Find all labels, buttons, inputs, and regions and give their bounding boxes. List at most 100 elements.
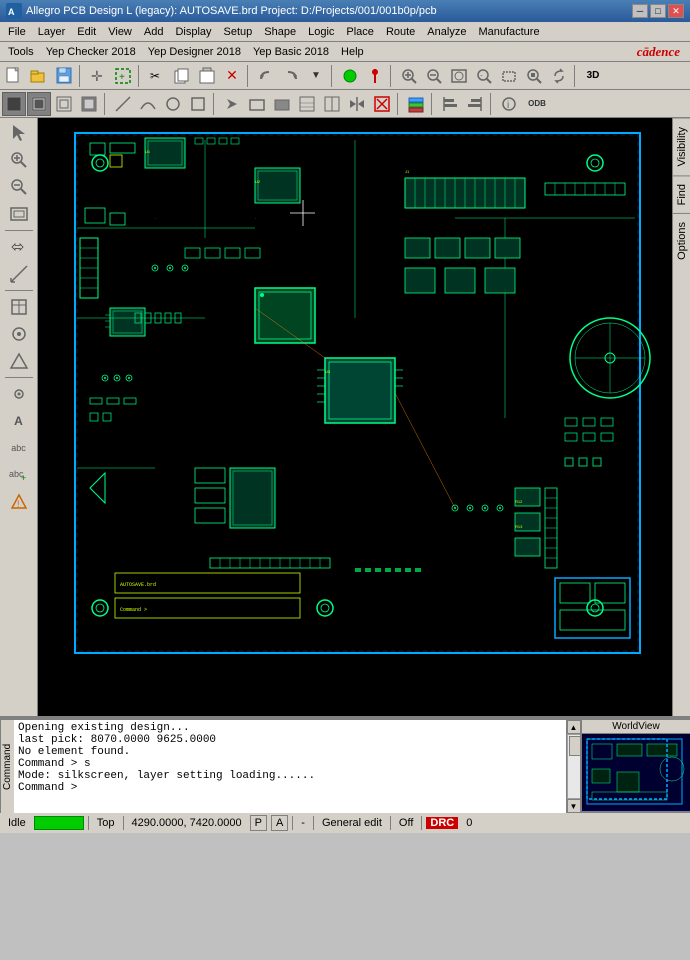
scroll-thumb[interactable]: [569, 736, 581, 756]
t2-pattern-btn[interactable]: [295, 92, 319, 116]
menu-help[interactable]: Help: [335, 44, 370, 60]
menu-file[interactable]: File: [2, 24, 32, 40]
undo-button[interactable]: [254, 64, 278, 88]
lp-triangle-tool[interactable]: [4, 348, 34, 374]
lp-drc-tool[interactable]: !: [4, 489, 34, 515]
t2-align-left-btn[interactable]: [438, 92, 462, 116]
sep-5: [390, 816, 391, 830]
menu-tools[interactable]: Tools: [2, 44, 40, 60]
menu-logic[interactable]: Logic: [302, 24, 340, 40]
menu-analyze[interactable]: Analyze: [421, 24, 472, 40]
console-output[interactable]: Opening existing design... last pick: 80…: [14, 720, 566, 813]
new-button[interactable]: [2, 64, 26, 88]
t2-toggle2[interactable]: [27, 92, 51, 116]
menu-yep-basic[interactable]: Yep Basic 2018: [247, 44, 335, 60]
down-arrow-button[interactable]: ▼: [304, 64, 328, 88]
drc-status[interactable]: DRC: [426, 817, 458, 829]
menu-manufacture[interactable]: Manufacture: [472, 24, 545, 40]
visibility-tab[interactable]: Visibility: [673, 118, 690, 175]
scroll-up-arrow[interactable]: ▲: [567, 720, 581, 734]
off-label[interactable]: Off: [395, 816, 417, 830]
pcb-canvas-area[interactable]: U1 U2 U3 J1: [38, 118, 672, 716]
lp-gear-tool[interactable]: [4, 381, 34, 407]
t2-toggle3[interactable]: [52, 92, 76, 116]
scroll-down-arrow[interactable]: ▼: [567, 799, 581, 813]
3d-button[interactable]: 3D: [581, 64, 605, 88]
highlight-button[interactable]: [338, 64, 362, 88]
zoom-out-button[interactable]: [422, 64, 446, 88]
find-tab[interactable]: Find: [673, 175, 690, 213]
menu-view[interactable]: View: [102, 24, 138, 40]
redo-button[interactable]: [279, 64, 303, 88]
t2-layer-btn[interactable]: [404, 92, 428, 116]
menu-place[interactable]: Place: [340, 24, 380, 40]
t2-separator-1: [104, 93, 108, 115]
minimap-label: WorldView: [582, 720, 690, 734]
menu-yep-designer[interactable]: Yep Designer 2018: [142, 44, 247, 60]
zoom-world-button[interactable]: [447, 64, 471, 88]
lp-arrow-select[interactable]: [4, 120, 34, 146]
console-line-5: Mode: silkscreen, layer setting loading.…: [18, 770, 562, 782]
t2-delete-shape-btn[interactable]: [370, 92, 394, 116]
menu-edit[interactable]: Edit: [71, 24, 102, 40]
zoom-in-button[interactable]: [397, 64, 421, 88]
options-tab[interactable]: Options: [673, 213, 690, 268]
lp-zoom-fit[interactable]: [4, 201, 34, 227]
snap-mode[interactable]: A: [271, 815, 288, 831]
lp-zoom-in[interactable]: [4, 147, 34, 173]
t2-line-btn[interactable]: [111, 92, 135, 116]
console-line-6: Command >: [18, 782, 562, 794]
lp-abc-tool[interactable]: abc: [4, 435, 34, 461]
t2-align-right-btn[interactable]: [463, 92, 487, 116]
menu-layer[interactable]: Layer: [32, 24, 72, 40]
active-layer[interactable]: Top: [93, 816, 119, 830]
delete-button[interactable]: ✕: [220, 64, 244, 88]
pin-button[interactable]: [363, 64, 387, 88]
pick-mode[interactable]: P: [250, 815, 267, 831]
t2-toggle1[interactable]: [2, 92, 26, 116]
t2-property-btn[interactable]: i: [497, 92, 521, 116]
t2-select-rect-btn[interactable]: [186, 92, 210, 116]
menu-yep-checker[interactable]: Yep Checker 2018: [40, 44, 142, 60]
lp-zoom-out[interactable]: [4, 174, 34, 200]
zoom-fit-button[interactable]: [522, 64, 546, 88]
refresh-button[interactable]: [547, 64, 571, 88]
lp-via-tool[interactable]: [4, 321, 34, 347]
lp-text-tool[interactable]: A: [4, 408, 34, 434]
lp-measure[interactable]: [4, 261, 34, 287]
t2-solid-rect-btn[interactable]: [270, 92, 294, 116]
cut-button[interactable]: ✂: [145, 64, 169, 88]
menu-route[interactable]: Route: [380, 24, 421, 40]
t2-arc-btn[interactable]: [136, 92, 160, 116]
select-button[interactable]: ✛: [86, 64, 110, 88]
t2-toggle4[interactable]: [77, 92, 101, 116]
t2-rect-btn[interactable]: [245, 92, 269, 116]
copy-button[interactable]: [170, 64, 194, 88]
pcb-design-canvas[interactable]: U1 U2 U3 J1: [38, 118, 672, 716]
scroll-track[interactable]: [567, 734, 581, 799]
t2-circle-btn[interactable]: [161, 92, 185, 116]
menu-setup[interactable]: Setup: [218, 24, 259, 40]
menu-display[interactable]: Display: [169, 24, 217, 40]
console-scrollbar[interactable]: ▲ ▼: [566, 720, 580, 813]
paste-button[interactable]: [195, 64, 219, 88]
t2-split-btn[interactable]: [320, 92, 344, 116]
menu-shape[interactable]: Shape: [258, 24, 302, 40]
select-add-button[interactable]: +: [111, 64, 135, 88]
open-button[interactable]: [27, 64, 51, 88]
console-label: Command: [0, 720, 14, 813]
minimap-canvas[interactable]: [582, 734, 690, 811]
save-button[interactable]: [52, 64, 76, 88]
t2-flip-btn[interactable]: [345, 92, 369, 116]
lp-add-component[interactable]: [4, 294, 34, 320]
lp-connect[interactable]: ⬄: [4, 234, 34, 260]
lp-abc-plus-tool[interactable]: abc+: [4, 462, 34, 488]
odb-button[interactable]: ODB: [522, 92, 552, 116]
close-button[interactable]: ✕: [668, 4, 684, 18]
zoom-prev-button[interactable]: -: [472, 64, 496, 88]
t2-arrow-btn[interactable]: [220, 92, 244, 116]
menu-add[interactable]: Add: [138, 24, 170, 40]
maximize-button[interactable]: □: [650, 4, 666, 18]
zoom-rect-button[interactable]: [497, 64, 521, 88]
minimize-button[interactable]: ─: [632, 4, 648, 18]
